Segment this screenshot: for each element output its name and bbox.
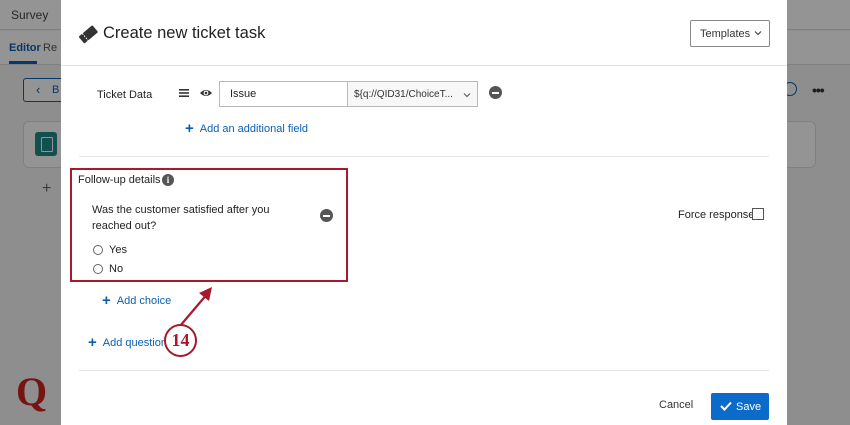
save-label: Save	[736, 401, 762, 413]
drag-handle-icon[interactable]	[178, 87, 190, 99]
ticket-data-label: Ticket Data	[97, 89, 153, 101]
add-question-link[interactable]: + Add question	[88, 333, 167, 351]
templates-label: Templates	[700, 28, 751, 40]
chevron-down-icon	[754, 31, 762, 36]
ticket-field-value: ${q://QID31/ChoiceT...	[354, 89, 453, 100]
remove-field-icon[interactable]	[489, 86, 502, 99]
plus-icon: +	[102, 292, 111, 309]
add-question-label: Add question	[102, 337, 167, 349]
add-additional-field-link[interactable]: + Add an additional field	[185, 119, 309, 137]
plus-icon: +	[185, 120, 194, 137]
check-icon	[720, 401, 732, 411]
add-choice-link[interactable]: + Add choice	[102, 291, 172, 309]
divider	[79, 156, 769, 157]
templates-dropdown[interactable]: Templates	[690, 20, 770, 47]
annotation-highlight-box	[70, 168, 348, 282]
save-button[interactable]: Save	[711, 393, 769, 420]
eye-icon[interactable]	[199, 86, 213, 100]
plus-icon: +	[88, 334, 97, 351]
cancel-button[interactable]: Cancel	[659, 399, 693, 411]
ticket-field-name-input[interactable]	[219, 81, 348, 107]
modal-header: Create new ticket task Templates	[61, 0, 787, 66]
step-number-badge: 14	[164, 324, 197, 357]
force-response-label: Force response	[678, 209, 755, 221]
modal-title: Create new ticket task	[103, 24, 266, 42]
ticket-field-value-select[interactable]: ${q://QID31/ChoiceT...	[347, 81, 478, 107]
force-response-checkbox[interactable]	[752, 208, 764, 220]
add-choice-label: Add choice	[116, 295, 172, 307]
divider	[79, 370, 769, 371]
chevron-down-icon	[463, 93, 471, 98]
add-field-label: Add an additional field	[199, 123, 309, 135]
ticket-icon	[78, 25, 98, 44]
